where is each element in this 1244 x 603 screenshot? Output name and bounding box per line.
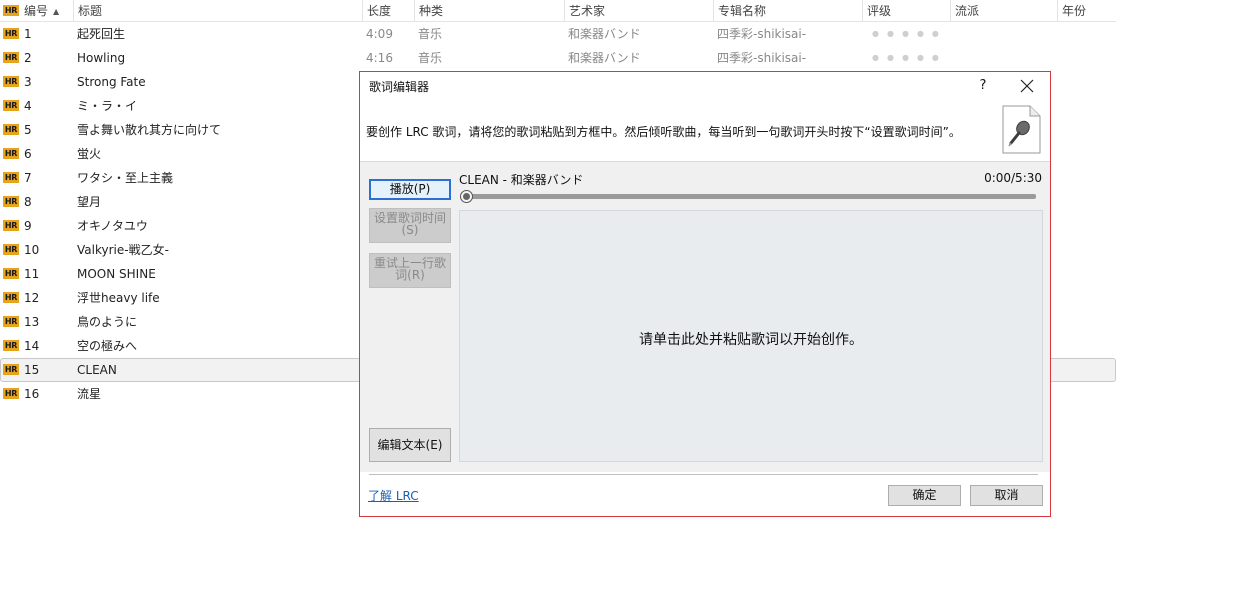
progress-slider-handle[interactable]	[460, 190, 473, 203]
track-title: 鳥のように	[77, 315, 138, 329]
track-title: CLEAN	[77, 363, 117, 377]
edit-text-button[interactable]: 编辑文本(E)	[369, 428, 451, 462]
dialog-titlebar[interactable]: 歌词编辑器 ?	[360, 72, 1050, 102]
column-album[interactable]: 专辑名称	[713, 0, 766, 22]
sort-ascending-icon: ▲	[53, 7, 60, 16]
track-number: 10	[24, 243, 40, 257]
hr-badge-icon: HR	[3, 76, 19, 87]
track-artist: 和楽器バンド	[568, 51, 641, 65]
learn-lrc-link[interactable]: 了解 LRC	[368, 487, 419, 504]
track-title: Valkyrie-戦乙女-	[77, 243, 169, 257]
track-length: 4:09	[366, 27, 393, 41]
close-button[interactable]	[1012, 74, 1042, 98]
track-album: 四季彩-shikisai-	[717, 51, 807, 65]
footer-divider	[369, 474, 1038, 475]
hr-badge-icon: HR	[3, 388, 19, 399]
rating-stars[interactable]: ●●●●●	[872, 22, 947, 46]
track-title: 空の極みへ	[77, 339, 138, 353]
hr-badge-icon: HR	[3, 124, 19, 135]
track-length: 4:16	[366, 51, 393, 65]
track-title: ワタシ・至上主義	[77, 171, 174, 185]
help-button[interactable]: ?	[972, 74, 994, 98]
column-style[interactable]: 流派	[950, 0, 979, 22]
track-number: 6	[24, 147, 32, 161]
hr-badge-icon: HR	[3, 148, 19, 159]
instruction-text: 要创作 LRC 歌词，请将您的歌词粘贴到方框中。然后倾听歌曲，每当听到一句歌词开…	[366, 125, 961, 139]
track-number: 5	[24, 123, 32, 137]
track-genre: 音乐	[418, 27, 443, 41]
track-title: 蛍火	[77, 147, 102, 161]
time-readout: 0:00/5:30	[984, 171, 1042, 185]
lyrics-paste-area[interactable]: 请单击此处并粘贴歌词以开始创作。	[459, 210, 1043, 462]
track-number: 13	[24, 315, 40, 329]
track-title: 流星	[77, 387, 102, 401]
hr-badge-icon: HR	[3, 364, 19, 375]
column-artist[interactable]: 艺术家	[564, 0, 605, 22]
rating-stars[interactable]: ●●●●●	[872, 46, 947, 70]
track-title: 望月	[77, 195, 102, 209]
lyrics-document-icon	[1002, 105, 1041, 154]
hr-badge-icon: HR	[3, 316, 19, 327]
track-number: 2	[24, 51, 32, 65]
track-number: 1	[24, 27, 32, 41]
hr-badge-icon: HR	[3, 220, 19, 231]
column-rating[interactable]: 评级	[862, 0, 891, 22]
hr-badge-icon: HR	[3, 244, 19, 255]
cancel-button[interactable]: 取消	[970, 485, 1043, 506]
hr-header-icon: HR	[3, 5, 19, 16]
column-genre[interactable]: 种类	[414, 0, 443, 22]
play-button[interactable]: 播放(P)	[369, 179, 451, 200]
column-number[interactable]: 编号 ▲	[24, 0, 59, 22]
track-title: Howling	[77, 51, 126, 65]
track-number: 7	[24, 171, 32, 185]
hr-badge-icon: HR	[3, 100, 19, 111]
hr-badge-icon: HR	[3, 196, 19, 207]
track-title: MOON SHINE	[77, 267, 156, 281]
hr-badge-icon: HR	[3, 52, 19, 63]
track-number: 16	[24, 387, 40, 401]
track-number: 11	[24, 267, 40, 281]
column-year[interactable]: 年份	[1057, 0, 1086, 22]
track-number: 3	[24, 75, 32, 89]
ok-button[interactable]: 确定	[888, 485, 961, 506]
hr-badge-icon: HR	[3, 28, 19, 39]
dialog-title: 歌词编辑器	[369, 80, 430, 94]
lyrics-editor-dialog: 歌词编辑器 ? 要创作 LRC 歌词，请将您的歌词粘贴到方框中。然后倾听歌曲，每…	[359, 71, 1051, 517]
hr-badge-icon: HR	[3, 268, 19, 279]
track-title: 起死回生	[77, 27, 126, 41]
track-number: 12	[24, 291, 40, 305]
column-title[interactable]: 标题	[73, 0, 102, 22]
hr-badge-icon: HR	[3, 340, 19, 351]
track-number: 9	[24, 219, 32, 233]
track-list-header: HR 编号 ▲ 标题 长度 种类 艺术家 专辑名称 评级 流派 年份	[0, 0, 1116, 22]
track-number: 15	[24, 363, 40, 377]
track-title: ミ・ラ・イ	[77, 99, 138, 113]
track-genre: 音乐	[418, 51, 443, 65]
track-row[interactable]: HR 2 Howling 4:16 音乐 和楽器バンド 四季彩-shikisai…	[0, 46, 1116, 70]
retry-previous-line-button[interactable]: 重试上一行歌 词(R)	[369, 253, 451, 288]
set-lyric-time-button[interactable]: 设置歌词时间 (S)	[369, 208, 451, 243]
close-icon	[1020, 79, 1034, 93]
track-title: 雪よ舞い散れ其方に向けて	[77, 123, 222, 137]
track-album: 四季彩-shikisai-	[717, 27, 807, 41]
now-playing-label: CLEAN - 和楽器バンド	[459, 173, 584, 187]
hr-badge-icon: HR	[3, 172, 19, 183]
track-title: 浮世heavy life	[77, 291, 160, 305]
playback-progress-bar[interactable]	[461, 194, 1036, 199]
track-title: Strong Fate	[77, 75, 146, 89]
hr-badge-icon: HR	[3, 292, 19, 303]
track-artist: 和楽器バンド	[568, 27, 641, 41]
track-number: 4	[24, 99, 32, 113]
track-row[interactable]: HR 1 起死回生 4:09 音乐 和楽器バンド 四季彩-shikisai- ●…	[0, 22, 1116, 46]
track-number: 14	[24, 339, 40, 353]
lyrics-placeholder: 请单击此处并粘贴歌词以开始创作。	[639, 332, 863, 348]
track-title: オキノタユウ	[77, 219, 148, 233]
track-number: 8	[24, 195, 32, 209]
column-length[interactable]: 长度	[362, 0, 391, 22]
